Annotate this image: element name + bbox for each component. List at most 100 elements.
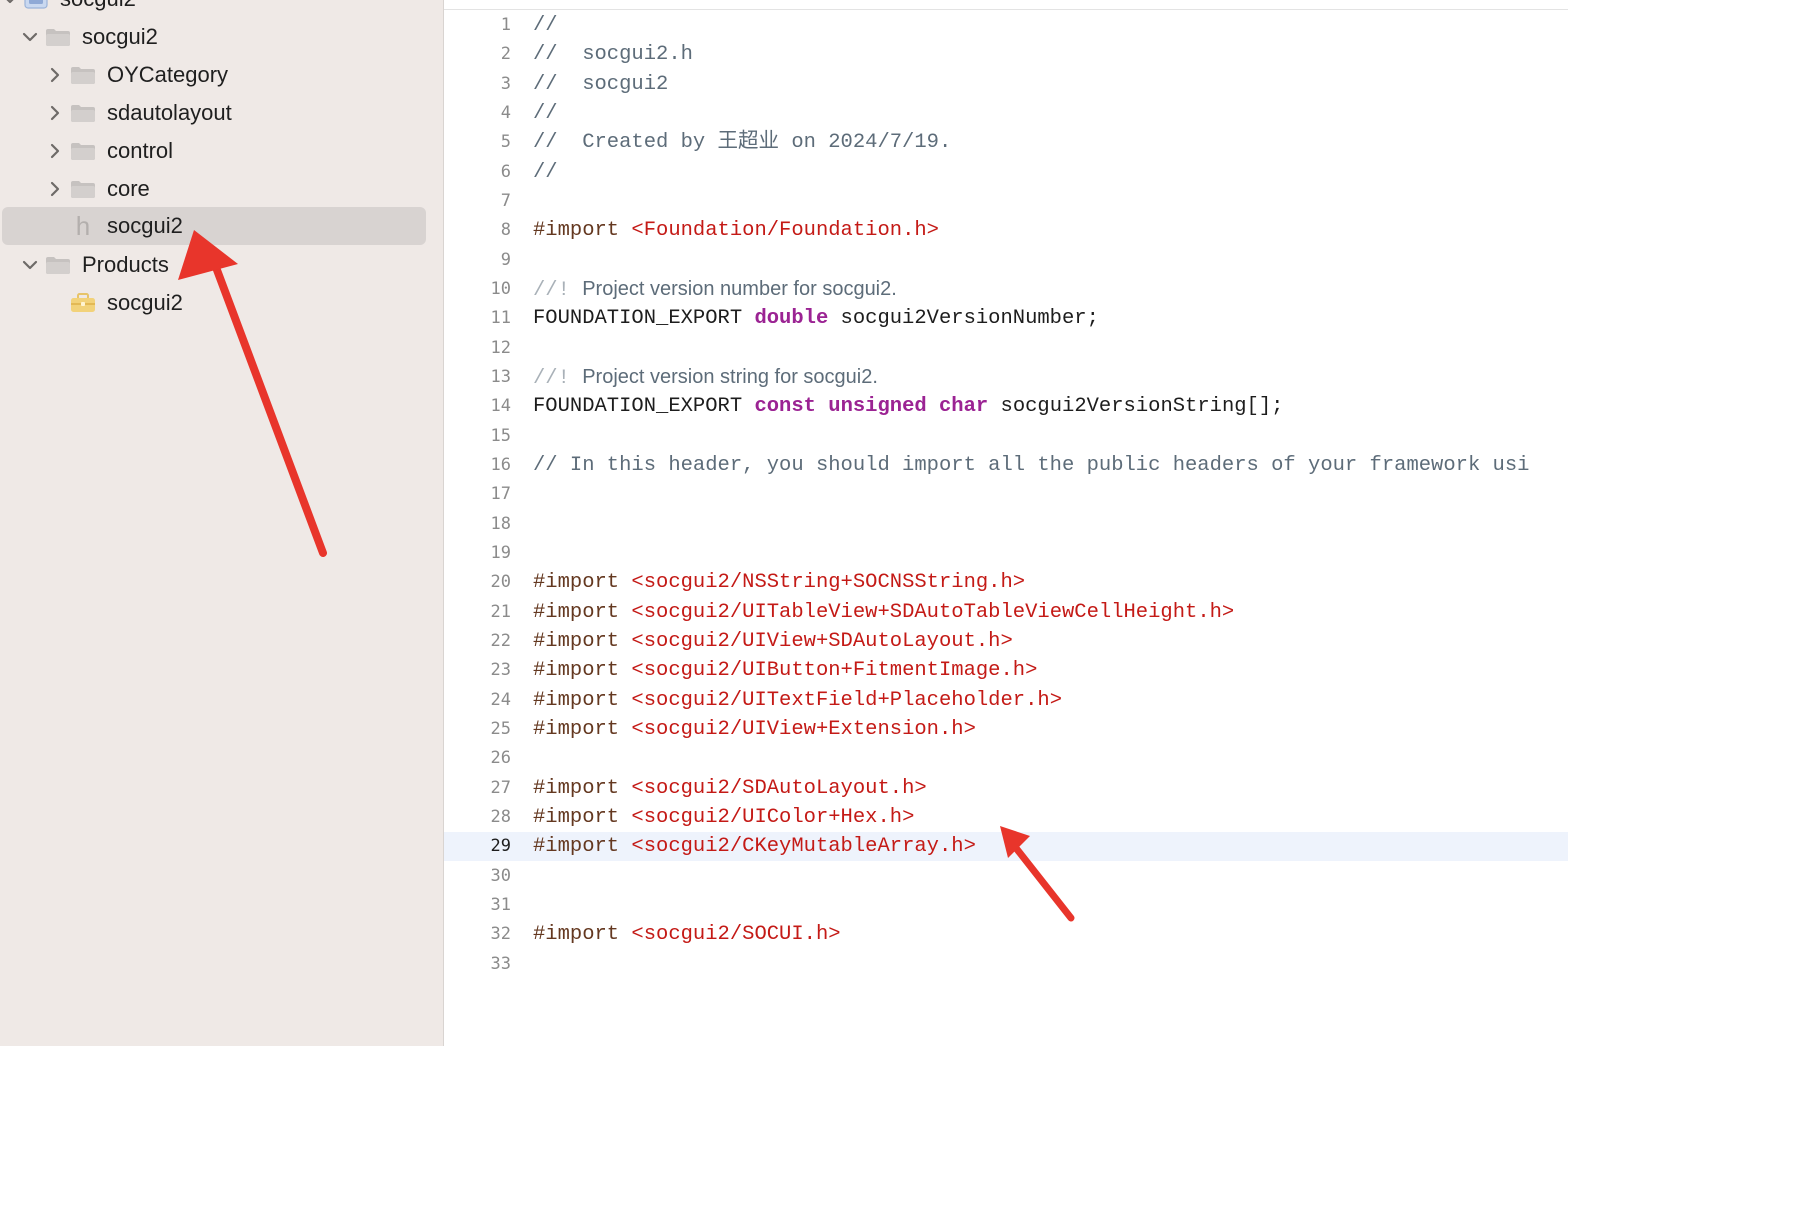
code-line[interactable]: 19 <box>444 539 1568 568</box>
code-line[interactable]: 8 #import <Foundation/Foundation.h> <box>444 216 1568 245</box>
code-line[interactable]: 2 // socgui2.h <box>444 40 1568 69</box>
code-token: double <box>754 307 829 331</box>
code-token: #import <box>533 219 632 243</box>
code-line[interactable]: 27 #import <socgui2/SDAutoLayout.h> <box>444 774 1568 803</box>
nav-folder-sdautolayout[interactable]: sdautolayout <box>0 94 443 132</box>
code-line[interactable]: 22 #import <socgui2/UIView+SDAutoLayout.h… <box>444 627 1568 656</box>
line-number: 2 <box>500 44 511 65</box>
code-token: socgui2VersionNumber; <box>828 307 1099 331</box>
code-token: <Foundation/Foundation.h> <box>631 219 939 243</box>
code-line[interactable]: 10 //! Project version number for socgui2… <box>444 275 1568 304</box>
code-token: unsigned <box>828 395 927 419</box>
line-number: 5 <box>500 132 511 153</box>
code-line[interactable]: 16 // In this header, you should import a… <box>444 451 1568 480</box>
code-line[interactable]: 23 #import <socgui2/UIButton+FitmentImage… <box>444 656 1568 685</box>
code-line[interactable]: 18 <box>444 510 1568 539</box>
code-token: //! <box>533 279 583 302</box>
code-line[interactable]: 29 #import <socgui2/CKeyMutableArray.h> <box>444 832 1568 862</box>
code-token: #import <box>533 688 632 712</box>
code-line[interactable]: 15 <box>444 422 1568 451</box>
chevron-right-icon[interactable] <box>45 65 65 85</box>
code-line[interactable]: 28 #import <socgui2/UIColor+Hex.h> <box>444 803 1568 832</box>
code-line[interactable]: 7 <box>444 187 1568 216</box>
nav-file-socgui2-header[interactable]: h socgui2 <box>0 207 443 245</box>
line-number: 10 <box>490 279 511 299</box>
framework-icon <box>69 292 97 314</box>
code-line[interactable]: 3 // socgui2 <box>444 70 1568 99</box>
line-number: 15 <box>490 425 511 446</box>
code-line[interactable]: 33 <box>444 950 1568 979</box>
folder-icon <box>44 254 72 276</box>
code-token: #import <box>533 629 632 653</box>
chevron-down-icon[interactable] <box>0 0 20 9</box>
line-number: 31 <box>490 894 511 915</box>
nav-group-products[interactable]: Products <box>0 246 443 284</box>
code-token: // Created by 王超业 on 2024/7/19. <box>533 131 952 155</box>
code-line[interactable]: 24 #import <socgui2/UITextField+Placehold… <box>444 686 1568 715</box>
code-token: <socgui2/UIColor+Hex.h> <box>631 805 915 829</box>
line-number: 20 <box>490 572 511 593</box>
code-line[interactable]: 9 <box>444 246 1568 275</box>
code-token: #import <box>533 923 632 947</box>
code-token: FOUNDATION_EXPORT <box>533 395 755 419</box>
code-line[interactable]: 31 <box>444 891 1568 920</box>
nav-folder-control[interactable]: control <box>0 132 443 170</box>
folder-label: sdautolayout <box>107 100 232 125</box>
group-label: socgui2 <box>82 24 158 49</box>
line-number: 12 <box>490 337 511 358</box>
line-number: 24 <box>490 689 511 710</box>
line-number: 11 <box>490 308 511 329</box>
code-line[interactable]: 25 #import <socgui2/UIView+Extension.h> <box>444 715 1568 744</box>
code-line[interactable]: 17 <box>444 480 1568 509</box>
chevron-right-icon[interactable] <box>45 141 65 161</box>
nav-folder-core[interactable]: core <box>0 170 443 208</box>
code-line[interactable]: 14 FOUNDATION_EXPORT const unsigned char … <box>444 392 1568 421</box>
code-line[interactable]: 20 #import <socgui2/NSString+SOCNSString.… <box>444 568 1568 597</box>
code-line[interactable]: 30 <box>444 862 1568 891</box>
code-line[interactable]: 26 <box>444 744 1568 773</box>
header-file-icon: h <box>75 210 91 241</box>
line-number: 14 <box>490 396 511 417</box>
line-number: 1 <box>500 15 511 35</box>
line-text: // In this header, you should import all… <box>533 451 1529 480</box>
code-token: <socgui2/CKeyMutableArray.h> <box>631 835 976 859</box>
code-token: // In this header, you should import all… <box>533 453 1530 477</box>
code-token: #import <box>533 835 632 859</box>
source-editor[interactable]: 1 // 2 // socgui2.h 3 // socgui2 4 // 5 // Create… <box>444 0 1568 1046</box>
line-text: // socgui2 <box>533 70 668 99</box>
chevron-right-icon[interactable] <box>45 103 65 123</box>
code-line[interactable]: 5 // Created by 王超业 on 2024/7/19. <box>444 128 1568 157</box>
code-token: Project version number for socgui2. <box>582 278 897 300</box>
line-number: 17 <box>490 484 511 505</box>
code-line[interactable]: 32 #import <socgui2/SOCUI.h> <box>444 920 1568 949</box>
editor-divider <box>444 9 1568 10</box>
code-line[interactable]: 12 <box>444 334 1568 363</box>
line-number: 18 <box>490 513 511 534</box>
nav-project-row[interactable]: socgui2 <box>0 0 443 18</box>
code-token: <socgui2/NSString+SOCNSString.h> <box>631 571 1026 595</box>
code-token: #import <box>533 805 632 829</box>
project-icon <box>22 0 50 10</box>
code-token: #import <box>533 776 632 800</box>
nav-group-socgui2[interactable]: socgui2 <box>0 18 443 56</box>
nav-folder-oycategory[interactable]: OYCategory <box>0 56 443 94</box>
code-line[interactable]: 13 //! Project version string for socgui2… <box>444 363 1568 392</box>
code-token: FOUNDATION_EXPORT <box>533 307 755 331</box>
code-line[interactable]: 1 // <box>444 11 1568 40</box>
nav-product-socgui2[interactable]: socgui2 <box>0 284 443 322</box>
chevron-right-icon[interactable] <box>45 179 65 199</box>
code-line[interactable]: 6 // <box>444 158 1568 187</box>
chevron-down-icon[interactable] <box>20 27 40 47</box>
line-number: 26 <box>490 748 511 769</box>
line-number: 29 <box>490 836 511 857</box>
code-line[interactable]: 11 FOUNDATION_EXPORT double socgui2Versio… <box>444 304 1568 333</box>
code-token: //! <box>533 367 583 390</box>
chevron-down-icon[interactable] <box>20 255 40 275</box>
line-text: FOUNDATION_EXPORT const unsigned char so… <box>533 392 1283 421</box>
code-line[interactable]: 21 #import <socgui2/UITableView+SDAutoTab… <box>444 598 1568 627</box>
line-number: 3 <box>500 73 511 94</box>
folder-icon <box>69 102 97 124</box>
line-text: #import <socgui2/SOCUI.h> <box>533 920 841 949</box>
code-token: char <box>939 395 989 419</box>
code-line[interactable]: 4 // <box>444 99 1568 128</box>
